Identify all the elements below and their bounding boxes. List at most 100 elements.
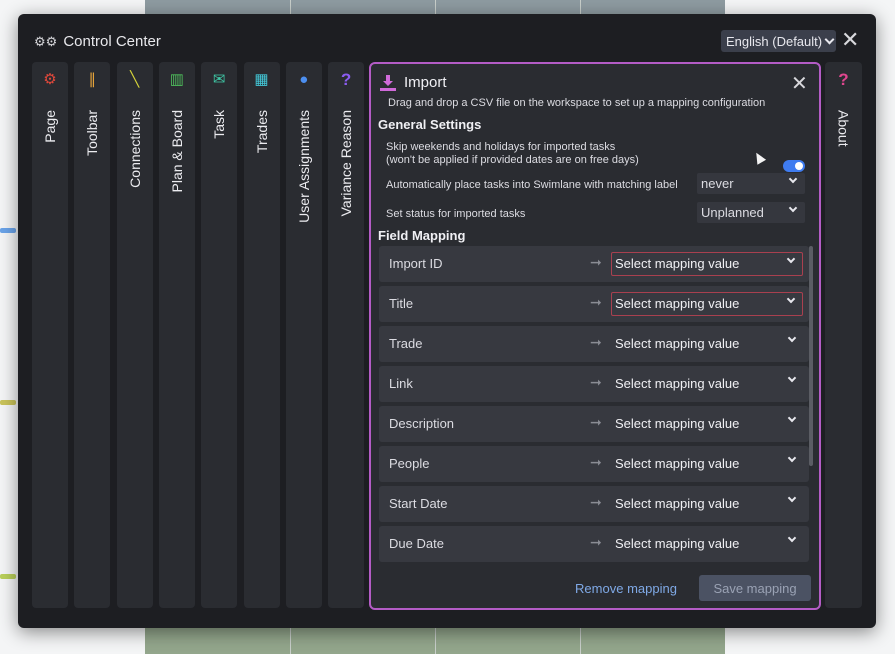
swimlane-label: Automatically place tasks into Swimlane … [386, 179, 678, 191]
import-panel: Import ✕ Drag and drop a CSV file on the… [369, 62, 821, 610]
import-panel-header: Import [380, 74, 447, 91]
workspace-task-chip [0, 228, 16, 233]
mapping-value-select[interactable]: Select mapping value [611, 292, 803, 316]
import-panel-title: Import [404, 74, 447, 91]
tab-label: Variance Reason [338, 110, 355, 217]
tab-label: Task [211, 110, 228, 139]
chevron-down-icon [788, 174, 798, 184]
mapping-row: Title ➞ Select mapping value [379, 286, 809, 322]
workspace-task-chip [0, 400, 16, 405]
skip-weekends-toggle[interactable] [783, 160, 805, 172]
tab-label: Trades [253, 110, 270, 154]
mapping-row: Trade ➞ Select mapping value [379, 326, 809, 362]
tab-label: Plan & Board [168, 110, 185, 193]
chevron-down-icon [788, 203, 798, 213]
dialog-title: ⚙⚙ Control Center [34, 33, 161, 50]
mapping-value-select[interactable]: Select mapping value [611, 372, 803, 396]
chevron-down-icon [787, 333, 797, 343]
dialog-title-text: Control Center [63, 33, 161, 50]
arrow-right-icon: ➞ [590, 414, 602, 430]
mapping-field-label: Due Date [389, 536, 444, 551]
user-icon: ● [299, 71, 309, 88]
skip-weekends-label-line2: (won't be applied if provided dates are … [386, 154, 639, 166]
status-select-value: Unplanned [701, 205, 764, 220]
arrow-right-icon: ➞ [590, 254, 602, 270]
mapping-row: Start Date ➞ Select mapping value [379, 486, 809, 522]
chevron-down-icon [787, 533, 797, 543]
mapping-value-text: Select mapping value [615, 336, 740, 351]
mapping-field-label: Trade [389, 336, 423, 351]
mapping-value-select[interactable]: Select mapping value [611, 492, 803, 516]
mapping-row: Import ID ➞ Select mapping value [379, 246, 809, 282]
mapping-value-text: Select mapping value [615, 376, 740, 391]
control-center-dialog: ⚙⚙ Control Center English (Default) ✕ ⚙ P… [18, 14, 876, 628]
question-icon: ? [838, 70, 849, 89]
mapping-row: People ➞ Select mapping value [379, 446, 809, 482]
mapping-value-select[interactable]: Select mapping value [611, 332, 803, 356]
status-select[interactable]: Unplanned [697, 202, 805, 223]
arrow-right-icon: ➞ [590, 494, 602, 510]
swimlane-select[interactable]: never [697, 173, 805, 194]
mapping-value-select[interactable]: Select mapping value [611, 412, 803, 436]
chevron-down-icon [787, 453, 797, 463]
mapping-value-text: Select mapping value [615, 296, 740, 311]
download-icon [380, 74, 396, 91]
mouse-cursor-icon [751, 150, 767, 165]
mapping-value-select[interactable]: Select mapping value [611, 252, 803, 276]
skip-weekends-label-line1: Skip weekends and holidays for imported … [386, 141, 616, 153]
swimlane-select-value: never [701, 176, 734, 191]
chevron-down-icon [786, 294, 796, 304]
mapping-row: Link ➞ Select mapping value [379, 366, 809, 402]
question-icon: ? [340, 70, 352, 89]
chevron-down-icon [787, 373, 797, 383]
tab-label: Page [42, 110, 58, 143]
field-mapping-heading: Field Mapping [378, 228, 466, 243]
tab-toolbar[interactable]: ∥ Toolbar [74, 62, 111, 608]
tab-variance-reason[interactable]: ? Variance Reason [328, 62, 365, 608]
chevron-down-icon [824, 34, 835, 44]
skip-weekends-label: Skip weekends and holidays for imported … [386, 141, 639, 167]
tab-about[interactable]: ? About [825, 62, 862, 608]
save-mapping-button[interactable]: Save mapping [699, 575, 811, 601]
board-icon: ▥ [169, 71, 184, 88]
import-panel-subtitle: Drag and drop a CSV file on the workspac… [388, 97, 766, 109]
mapping-field-label: Link [389, 376, 413, 391]
mapping-value-text: Select mapping value [615, 536, 740, 551]
mapping-field-label: Title [389, 296, 414, 311]
mapping-value-select[interactable]: Select mapping value [611, 532, 803, 556]
mapping-value-text: Select mapping value [615, 416, 740, 431]
mapping-value-select[interactable]: Select mapping value [611, 452, 803, 476]
chevron-down-icon [786, 254, 796, 264]
building-icon: ▦ [254, 71, 269, 88]
tab-plan-board[interactable]: ▥ Plan & Board [158, 62, 195, 608]
tab-page[interactable]: ⚙ Page [32, 62, 68, 608]
tab-connections[interactable]: ╲ Connections [116, 62, 153, 608]
language-select[interactable]: English (Default) [721, 30, 836, 52]
language-select-value: English (Default) [726, 33, 823, 49]
arrow-right-icon: ➞ [590, 294, 602, 310]
tab-user-assignments[interactable]: ● User Assignments [285, 62, 322, 608]
connections-icon: ╲ [130, 71, 140, 88]
tab-task[interactable]: ✉ Task [201, 62, 238, 608]
chevron-down-icon [787, 413, 797, 423]
mapping-scrollbar[interactable] [809, 246, 813, 466]
general-settings-heading: General Settings [378, 117, 482, 132]
cogs-icon: ⚙ [43, 71, 57, 88]
arrow-right-icon: ➞ [590, 374, 602, 390]
workspace-task-chip [0, 574, 16, 579]
tab-label: Connections [126, 110, 143, 188]
mapping-field-label: People [389, 456, 430, 471]
mapping-field-label: Start Date [389, 496, 448, 511]
tab-trades[interactable]: ▦ Trades [243, 62, 280, 608]
task-icon: ✉ [212, 71, 226, 88]
panel-close-icon[interactable]: ✕ [791, 71, 808, 96]
mapping-row: Description ➞ Select mapping value [379, 406, 809, 442]
field-mapping-list: Import ID ➞ Select mapping value Title ➞ Sele… [379, 246, 809, 586]
mapping-field-label: Import ID [389, 256, 443, 271]
arrow-right-icon: ➞ [590, 454, 602, 470]
dialog-close-icon[interactable]: ✕ [841, 28, 859, 52]
mapping-value-text: Select mapping value [615, 256, 740, 271]
remove-mapping-button[interactable]: Remove mapping [571, 575, 681, 601]
gears-icon: ⚙⚙ [34, 33, 58, 49]
mapping-value-text: Select mapping value [615, 456, 740, 471]
